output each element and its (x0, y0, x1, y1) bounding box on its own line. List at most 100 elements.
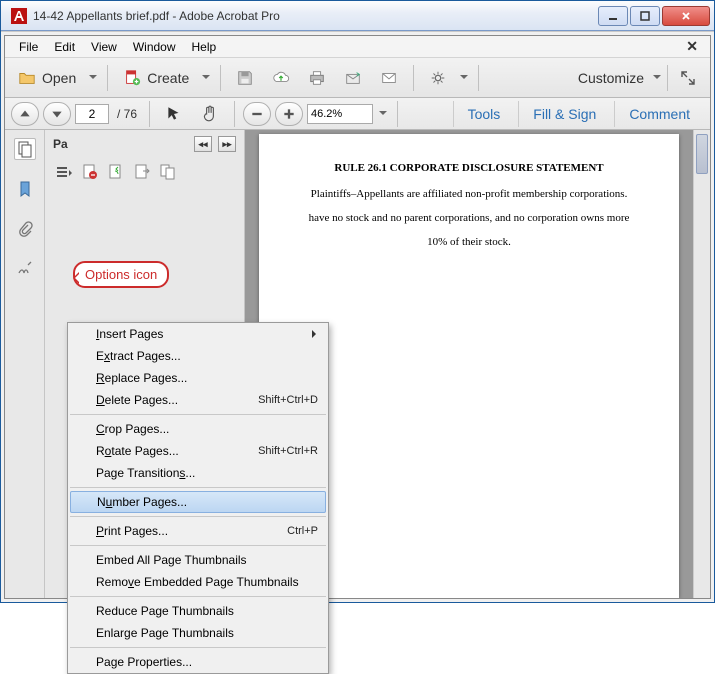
open-button[interactable]: Open (11, 64, 83, 92)
paperclip-icon (16, 220, 34, 238)
settings-dropdown[interactable] (458, 64, 470, 92)
annotation-callout: Options icon (73, 261, 169, 288)
customize-dropdown[interactable] (651, 64, 663, 92)
create-button[interactable]: Create (116, 64, 196, 92)
cloud-up-icon (272, 69, 290, 87)
plus-icon (282, 105, 296, 123)
ctx-extract-pages[interactable]: Extract Pages... (68, 345, 328, 367)
cloud-button[interactable] (265, 64, 297, 92)
bookmark-icon (16, 180, 34, 198)
menu-edit[interactable]: Edit (46, 38, 83, 56)
extract-page-icon[interactable] (133, 163, 151, 181)
vertical-scrollbar[interactable] (693, 130, 710, 598)
hand-icon (201, 105, 219, 123)
rotate-page-icon[interactable] (107, 163, 125, 181)
panel-title: Pa (53, 137, 68, 151)
ctx-page-transitions[interactable]: Page Transitions... (68, 462, 328, 484)
ctx-page-properties[interactable]: Page Properties... (68, 651, 328, 673)
create-dropdown[interactable] (200, 64, 212, 92)
main-toolbar: Open Create Customize (5, 58, 710, 98)
customize-label: Customize (578, 70, 644, 86)
ctx-enlarge-thumbnails[interactable]: Enlarge Page Thumbnails (68, 622, 328, 644)
envelope-icon (380, 69, 398, 87)
close-document-button[interactable]: ✕ (680, 38, 704, 55)
ctx-number-pages[interactable]: Number Pages... (70, 491, 326, 513)
page-total: / 76 (113, 107, 141, 121)
open-dropdown[interactable] (87, 64, 99, 92)
rail-thumbnails[interactable] (14, 138, 36, 160)
page-number-input[interactable] (75, 104, 109, 124)
thumb-toolbar (45, 158, 244, 186)
arrow-down-icon (50, 105, 64, 123)
app-icon (11, 8, 27, 24)
maximize-button[interactable] (630, 6, 660, 26)
panel-prev-button[interactable]: ◂◂ (194, 136, 212, 152)
panel-next-button[interactable]: ▸▸ (218, 136, 236, 152)
tab-comment[interactable]: Comment (614, 101, 704, 127)
rail-attachments[interactable] (14, 218, 36, 240)
ctx-delete-pages[interactable]: Delete Pages...Shift+Ctrl+D (68, 389, 328, 411)
doc-p2: have no stock and no parent corporations… (299, 212, 639, 224)
arrow-up-icon (18, 105, 32, 123)
gear-icon (429, 69, 447, 87)
save-icon (236, 69, 254, 87)
ctx-crop-pages[interactable]: Crop Pages... (68, 418, 328, 440)
tab-fill-sign[interactable]: Fill & Sign (518, 101, 610, 127)
ctx-insert-pages[interactable]: Insert Pages (68, 323, 328, 345)
signature-icon (16, 260, 34, 278)
scrollbar-thumb[interactable] (696, 134, 708, 174)
minus-icon (250, 105, 264, 123)
select-tool[interactable] (158, 100, 190, 128)
rail-signatures[interactable] (14, 258, 36, 280)
zoom-out-button[interactable] (243, 102, 271, 126)
doc-p1: Plaintiffs–Appellants are affiliated non… (299, 188, 639, 200)
hand-tool[interactable] (194, 100, 226, 128)
menu-view[interactable]: View (83, 38, 125, 56)
options-context-menu: Insert Pages Extract Pages... Replace Pa… (67, 322, 329, 674)
tab-tools[interactable]: Tools (453, 101, 515, 127)
ctx-rotate-pages[interactable]: Rotate Pages...Shift+Ctrl+R (68, 440, 328, 462)
share-button[interactable] (337, 64, 369, 92)
nav-toolbar: / 76 Tools Fill & Sign Comment (5, 98, 710, 130)
page-up-button[interactable] (11, 102, 39, 126)
ctx-print-pages[interactable]: Print Pages...Ctrl+P (68, 520, 328, 542)
app-window: 14-42 Appellants brief.pdf - Adobe Acrob… (0, 0, 715, 603)
menu-help[interactable]: Help (184, 38, 225, 56)
ctx-replace-pages[interactable]: Replace Pages... (68, 367, 328, 389)
share-icon (344, 69, 362, 87)
ctx-embed-thumbnails[interactable]: Embed All Page Thumbnails (68, 549, 328, 571)
customize-button[interactable]: Customize (571, 64, 651, 92)
pages-icon (16, 140, 34, 158)
page-down-button[interactable] (43, 102, 71, 126)
open-label: Open (42, 70, 76, 86)
titlebar: 14-42 Appellants brief.pdf - Adobe Acrob… (1, 1, 714, 31)
email-button[interactable] (373, 64, 405, 92)
ctx-remove-embedded[interactable]: Remove Embedded Page Thumbnails (68, 571, 328, 593)
ctx-reduce-thumbnails[interactable]: Reduce Page Thumbnails (68, 600, 328, 622)
create-pdf-icon (123, 69, 141, 87)
options-icon[interactable] (55, 163, 73, 181)
settings-button[interactable] (422, 64, 454, 92)
expand-button[interactable] (672, 64, 704, 92)
zoom-dropdown[interactable] (377, 100, 389, 128)
delete-page-icon[interactable] (81, 163, 99, 181)
menu-file[interactable]: File (11, 38, 46, 56)
close-button[interactable] (662, 6, 710, 26)
rail-bookmarks[interactable] (14, 178, 36, 200)
minimize-button[interactable] (598, 6, 628, 26)
doc-p3: 10% of their stock. (299, 236, 639, 248)
doc-heading: RULE 26.1 CORPORATE DISCLOSURE STATEMENT (299, 162, 639, 174)
print-button[interactable] (301, 64, 333, 92)
expand-icon (679, 69, 697, 87)
create-label: Create (147, 70, 189, 86)
menubar: File Edit View Window Help ✕ (5, 36, 710, 58)
menu-window[interactable]: Window (125, 38, 184, 56)
window-title: 14-42 Appellants brief.pdf - Adobe Acrob… (33, 9, 598, 23)
cursor-icon (165, 105, 183, 123)
nav-rail (5, 130, 45, 598)
save-button[interactable] (229, 64, 261, 92)
replace-page-icon[interactable] (159, 163, 177, 181)
zoom-in-button[interactable] (275, 102, 303, 126)
zoom-combo[interactable] (307, 104, 373, 124)
folder-open-icon (18, 69, 36, 87)
